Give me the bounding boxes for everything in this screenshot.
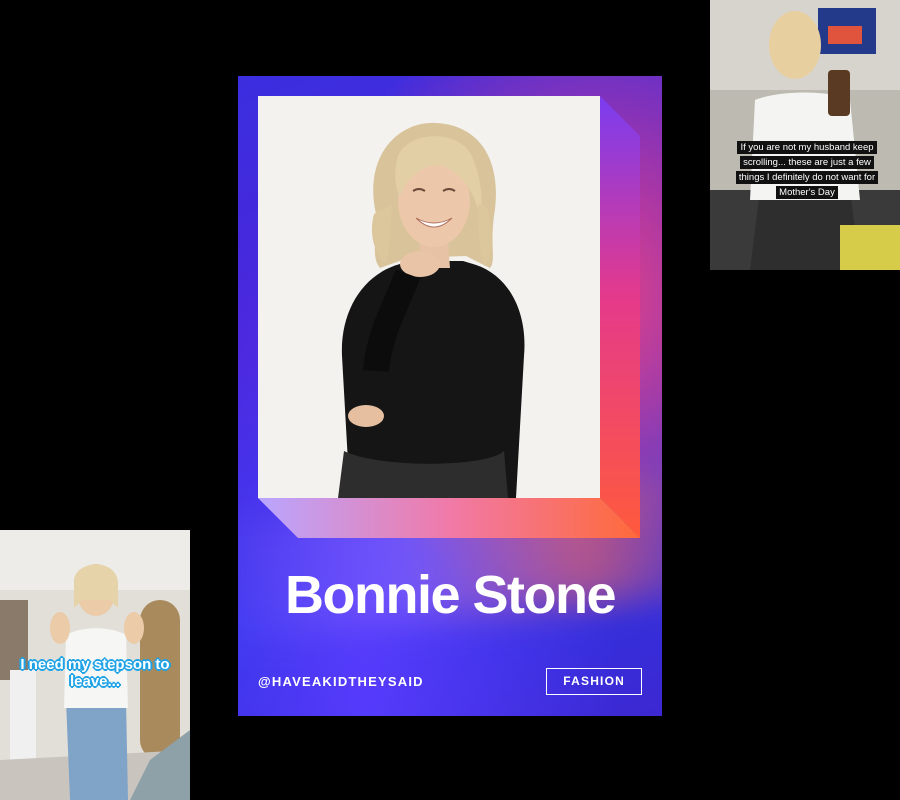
creator-handle[interactable]: @HAVEAKIDTHEYSAID — [258, 674, 424, 689]
story-image — [710, 0, 900, 270]
category-badge[interactable]: FASHION — [546, 668, 642, 695]
story-caption: If you are not my husband keep scrolling… — [734, 140, 880, 200]
video-thumbnail[interactable]: I need my stepson to leave... — [0, 530, 190, 800]
creator-card[interactable]: Bonnie Stone @HAVEAKIDTHEYSAID FASHION — [238, 76, 662, 716]
story-thumbnail[interactable]: If you are not my husband keep scrolling… — [710, 0, 900, 270]
creator-photo — [258, 96, 600, 498]
creator-name: Bonnie Stone — [285, 565, 617, 625]
video-caption: I need my stepson to leave... — [20, 656, 170, 690]
